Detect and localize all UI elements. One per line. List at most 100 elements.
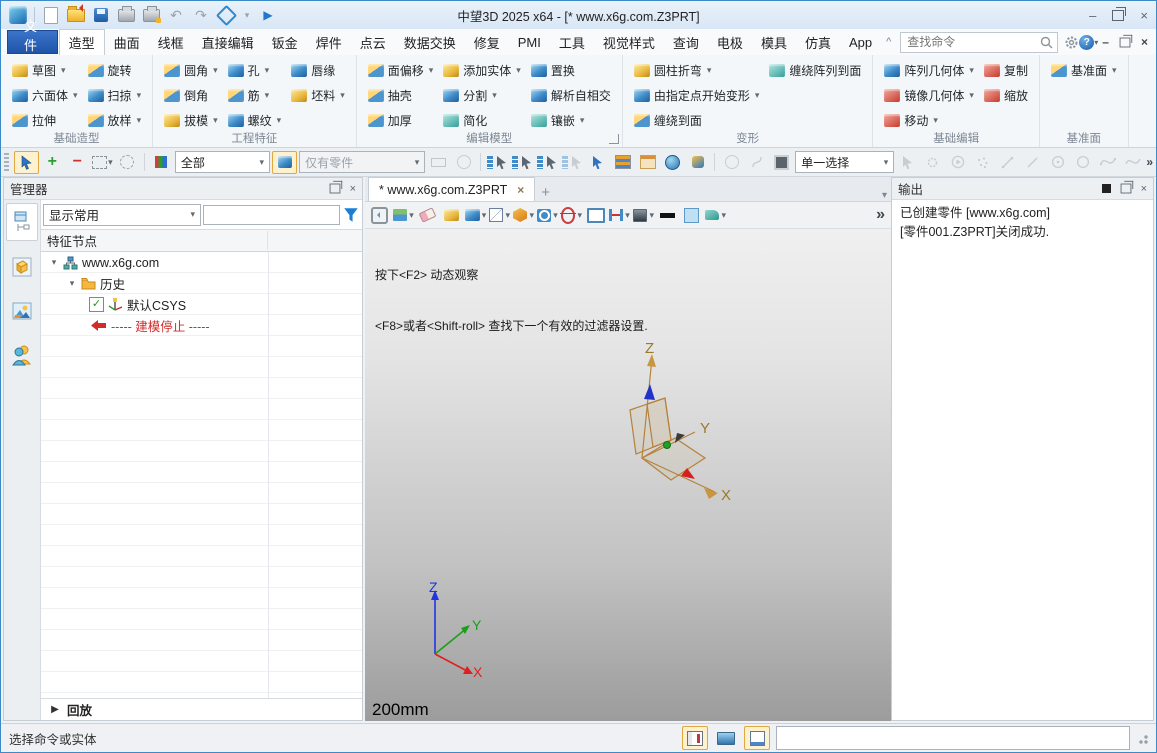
part-filter-toggle-button[interactable] (272, 151, 297, 174)
tab-close-icon[interactable]: × (517, 183, 524, 197)
ribbon-item[interactable]: 解析自相交 (528, 86, 614, 105)
ribbon-item[interactable]: 拔模▾ (161, 111, 221, 130)
select-entity-button[interactable] (896, 152, 919, 173)
new-file-button[interactable] (42, 6, 60, 24)
view-manager-tab[interactable] (7, 293, 37, 329)
select-tool-button[interactable] (14, 151, 39, 174)
feature-tree[interactable]: ▾ www.x6g.com ▾ 历史 ✓ 默认CSYS (41, 252, 362, 698)
rotate-target-button[interactable]: ▾ (561, 205, 582, 225)
ribbon-item[interactable]: 螺纹▾ (225, 111, 285, 130)
pick-box-button[interactable] (770, 152, 793, 173)
ribbon-item[interactable]: 镶嵌▾ (528, 111, 614, 130)
fullscreen-button[interactable] (714, 727, 738, 749)
checkbox-checked[interactable]: ✓ (89, 297, 104, 312)
print-button[interactable] (117, 6, 135, 24)
settings-button[interactable] (1064, 33, 1079, 51)
ribbon-item[interactable]: 拉伸 (9, 111, 81, 130)
circle-tool-button[interactable] (1071, 152, 1094, 173)
tab-visual-style[interactable]: 视觉样式 (594, 30, 664, 55)
playback-section[interactable]: ▶ 回放 (41, 698, 362, 720)
customize-qat-button[interactable]: ▶ (259, 6, 277, 24)
run-gear-button[interactable] (921, 152, 944, 173)
tree-row-csys[interactable]: ✓ 默认CSYS (41, 294, 362, 315)
tab-surface[interactable]: 曲面 (105, 30, 149, 55)
selection-mode-dropdown[interactable]: 单一选择▾ (795, 151, 894, 173)
ribbon-item[interactable]: 由指定点开始变形▾ (631, 86, 763, 105)
tab-direct-edit[interactable]: 直接编辑 (193, 30, 263, 55)
y-axis-handle[interactable] (664, 442, 671, 449)
search-input[interactable] (905, 34, 1040, 50)
history-manager-tab[interactable] (6, 203, 38, 241)
tab-app[interactable]: App (840, 32, 881, 53)
zoom-button[interactable]: ▾ (537, 205, 558, 225)
dialog-launcher-icon[interactable] (609, 134, 619, 144)
play-circle-button[interactable] (946, 152, 969, 173)
line-width-button[interactable] (657, 205, 678, 225)
segment-tool-button[interactable] (1021, 152, 1044, 173)
view-orientation-button[interactable]: ▾ (513, 205, 534, 225)
curve-flow-button[interactable] (745, 152, 768, 173)
pick-next-button[interactable] (536, 152, 559, 173)
window-view-button[interactable] (585, 205, 606, 225)
ribbon-item[interactable]: 移动▾ (881, 111, 977, 130)
tree-row-root[interactable]: ▾ www.x6g.com (41, 252, 362, 273)
qat-dropdown[interactable]: ▾ (242, 6, 252, 24)
erase-button[interactable] (417, 205, 438, 225)
tree-row-modeling-stop[interactable]: ----- 建模停止 ----- (41, 315, 362, 336)
ribbon-item[interactable]: 置换 (528, 61, 614, 80)
external-reference-button[interactable] (661, 152, 684, 173)
print-export-button[interactable] (142, 6, 160, 24)
manager-restore-button[interactable] (329, 184, 340, 194)
entity-filter-dropdown[interactable]: 全部▾ (175, 151, 270, 173)
open-file-button[interactable] (67, 6, 85, 24)
tree-row-history[interactable]: ▾ 历史 (41, 273, 362, 294)
undo-button[interactable]: ↶ (167, 6, 185, 24)
ribbon-item[interactable]: 复制 (981, 61, 1031, 80)
ribbon-item[interactable]: 基准面▾ (1048, 61, 1120, 80)
tree-search-input[interactable] (203, 205, 340, 225)
tab-shape[interactable]: 造型 (59, 29, 105, 56)
layer-edit-button[interactable]: ▾ (393, 205, 414, 225)
tab-weldment[interactable]: 焊件 (307, 30, 351, 55)
ribbon-item[interactable]: 缩放 (981, 86, 1031, 105)
default-csys-graphic[interactable]: Z Y X (587, 340, 757, 520)
output-pin-icon[interactable] (1102, 184, 1111, 193)
expander-icon[interactable]: ▾ (67, 278, 77, 289)
display-mode-dropdown[interactable]: 显示常用 ▾ (43, 204, 201, 226)
chain-pick-button[interactable] (427, 152, 450, 173)
circle-center-button[interactable] (1046, 152, 1069, 173)
doc-minimize-button[interactable]: – (1102, 35, 1109, 49)
display-settings-button[interactable]: ▾ (633, 205, 654, 225)
collapse-ribbon-button[interactable]: ^ (881, 36, 896, 48)
toggle-output-button[interactable] (744, 726, 770, 750)
point-cloud-button[interactable] (971, 152, 994, 173)
toolbar-overflow-button[interactable]: » (1146, 155, 1153, 169)
ribbon-item[interactable]: 扫掠▾ (85, 86, 145, 105)
save-button[interactable] (92, 6, 110, 24)
tab-tools[interactable]: 工具 (550, 30, 594, 55)
selection-list-button[interactable] (611, 152, 634, 173)
anchor-pick-button[interactable] (452, 152, 475, 173)
regen-button[interactable] (217, 6, 235, 24)
pick-previous-button[interactable] (511, 152, 534, 173)
toolbar-grip[interactable] (4, 153, 9, 171)
output-log[interactable]: 已创建零件 [www.x6g.com] [零件001.Z3PRT]关闭成功. (892, 200, 1153, 720)
resize-grip[interactable] (1136, 732, 1148, 744)
tab-point-cloud[interactable]: 点云 (351, 30, 395, 55)
output-close-button[interactable]: × (1141, 183, 1147, 195)
minimize-button[interactable]: – (1089, 8, 1096, 23)
ribbon-item[interactable]: 缠绕到面 (631, 111, 763, 130)
color-filter-button[interactable] (150, 152, 173, 173)
pick-cursor-button[interactable] (586, 152, 609, 173)
ribbon-item[interactable]: 圆柱折弯▾ (631, 61, 763, 80)
help-button[interactable]: ? (1079, 33, 1094, 51)
ribbon-item[interactable]: 放样▾ (85, 111, 145, 130)
tab-mold[interactable]: 模具 (752, 30, 796, 55)
output-restore-button[interactable] (1120, 184, 1131, 194)
help-dropdown[interactable]: ▾ (1094, 38, 1098, 47)
ribbon-item[interactable]: 简化 (440, 111, 524, 130)
toggle-manager-button[interactable] (682, 726, 708, 750)
status-input[interactable] (776, 726, 1130, 750)
tab-inquire[interactable]: 查询 (664, 30, 708, 55)
tab-data-exchange[interactable]: 数据交换 (395, 30, 465, 55)
